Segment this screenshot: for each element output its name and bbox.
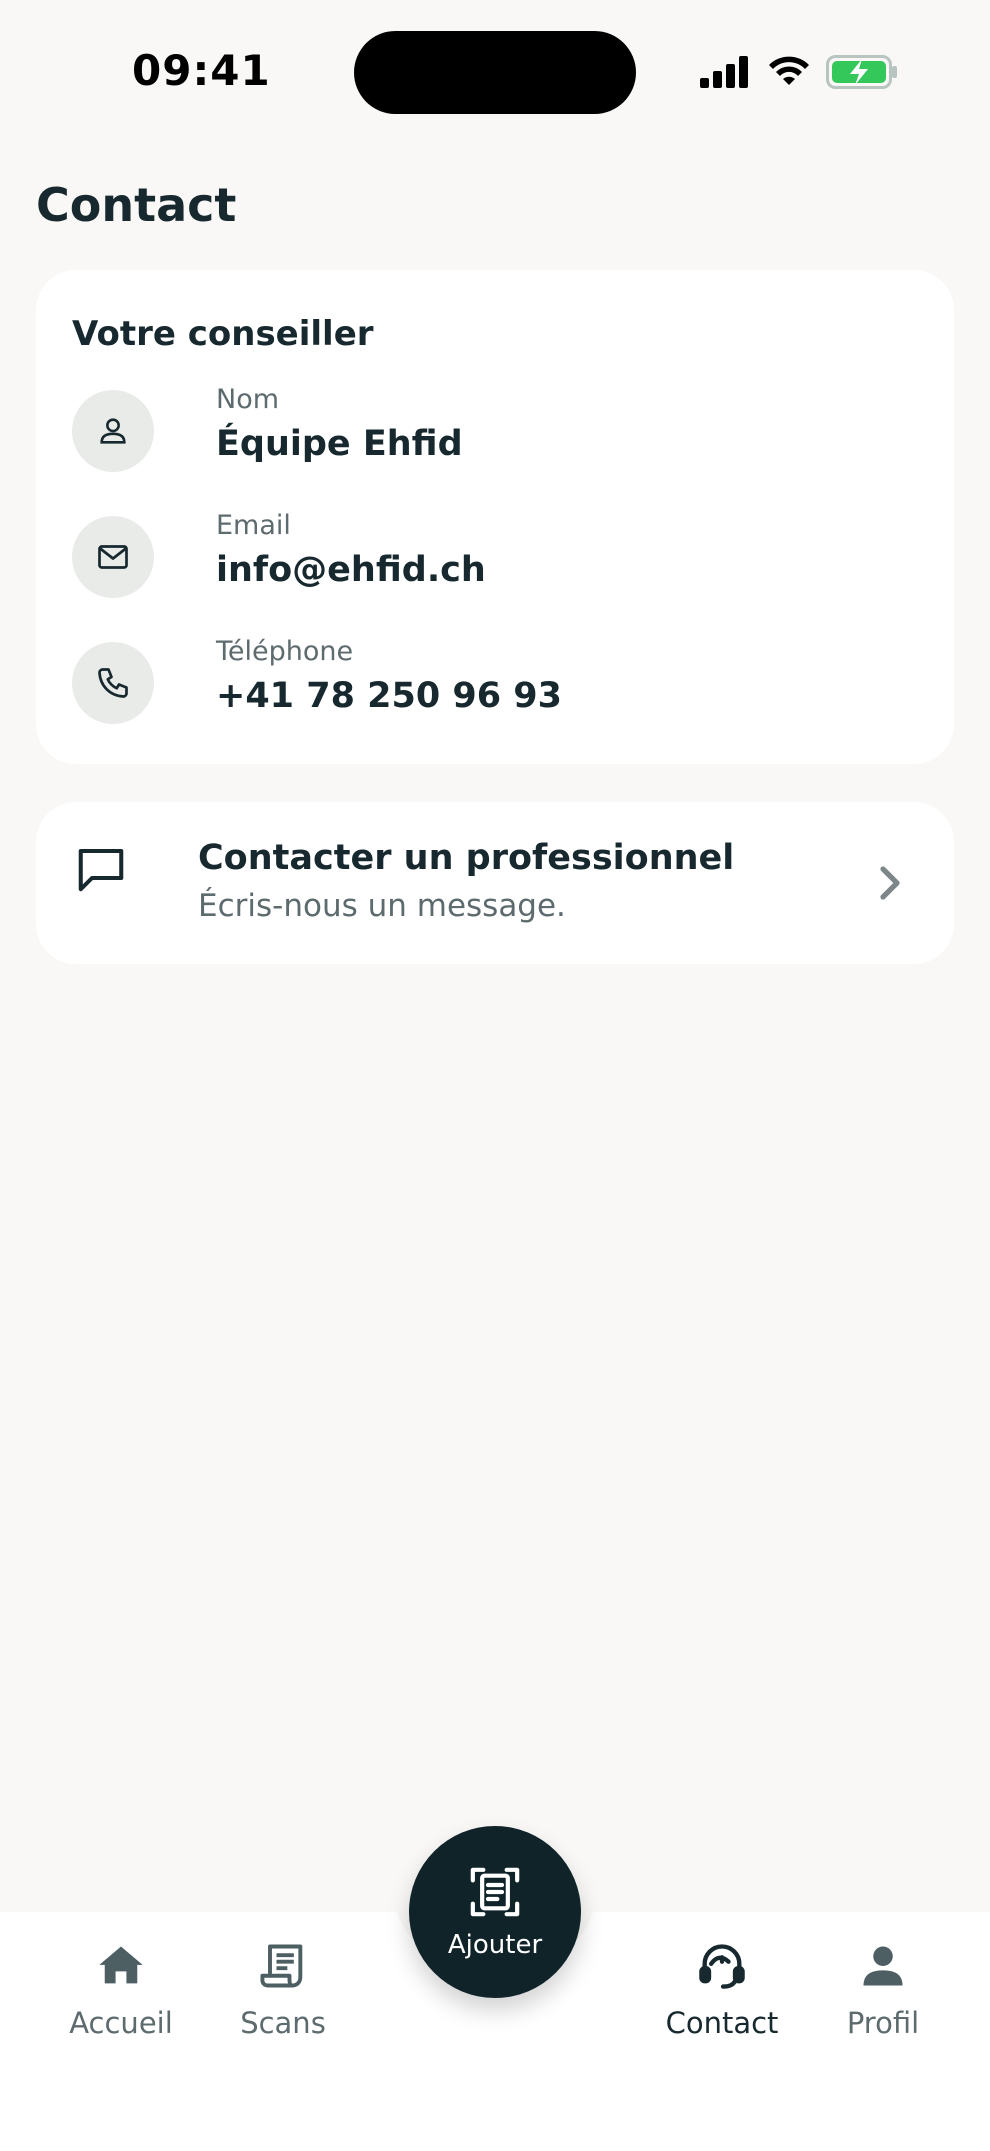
chevron-right-icon	[880, 866, 900, 900]
nav-item-contact[interactable]: Contact	[647, 1940, 797, 2040]
advisor-email-row[interactable]: Email info@ehfid.ch	[72, 510, 912, 600]
chat-bubble-icon	[78, 848, 124, 892]
add-scan-button[interactable]: Ajouter	[409, 1826, 581, 1998]
nav-label-accueil: Accueil	[69, 2006, 173, 2040]
advisor-email-label: Email	[216, 510, 291, 541]
dynamic-island	[354, 31, 636, 114]
status-icons	[700, 50, 898, 94]
advisor-email-value[interactable]: info@ehfid.ch	[216, 550, 486, 590]
nav-label-profil: Profil	[846, 2006, 920, 2040]
headset-icon	[699, 1944, 745, 1989]
page-title: Contact	[36, 178, 237, 232]
status-time: 09:41	[132, 46, 271, 95]
home-icon	[99, 1946, 143, 1984]
nav-label-scans: Scans	[240, 2006, 326, 2040]
signal-icon	[700, 56, 748, 88]
advisor-name-row: Nom Équipe Ehfid	[72, 384, 912, 474]
advisor-name-label: Nom	[216, 384, 280, 415]
document-scan-icon	[470, 1867, 520, 1917]
person-icon	[72, 390, 154, 472]
nav-item-accueil[interactable]: Accueil	[46, 1940, 196, 2040]
contact-professional-subtitle: Écris-nous un message.	[198, 888, 566, 924]
contact-professional-title: Contacter un professionnel	[198, 838, 735, 878]
advisor-phone-label: Téléphone	[216, 636, 354, 667]
advisor-card: Votre conseiller Nom Équipe Ehfid Email …	[36, 270, 954, 764]
advisor-card-title: Votre conseiller	[72, 314, 374, 354]
nav-label-contact: Contact	[665, 2006, 779, 2040]
nav-item-profil[interactable]: Profil	[808, 1940, 958, 2040]
wifi-icon	[769, 56, 809, 85]
advisor-name-value: Équipe Ehfid	[216, 424, 463, 464]
person-icon	[863, 1946, 903, 1986]
battery-icon	[826, 55, 897, 89]
mail-icon	[72, 516, 154, 598]
nav-item-scans[interactable]: Scans	[208, 1940, 358, 2040]
advisor-phone-value[interactable]: +41 78 250 96 93	[216, 676, 562, 716]
contact-professional-button[interactable]: Contacter un professionnel Écris-nous un…	[36, 802, 954, 964]
add-scan-label: Ajouter	[447, 1930, 543, 1960]
phone-icon	[72, 642, 154, 724]
advisor-phone-row[interactable]: Téléphone +41 78 250 96 93	[72, 636, 912, 726]
status-bar: 09:41	[0, 0, 990, 150]
receipt-icon	[260, 1944, 303, 1988]
